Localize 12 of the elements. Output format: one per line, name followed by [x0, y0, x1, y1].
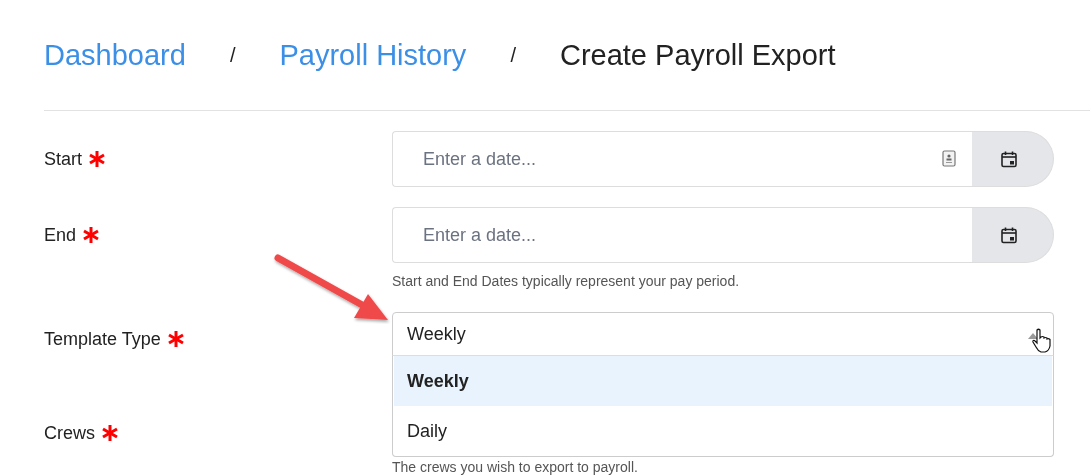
help-text: The crews you wish to export to payroll.: [392, 459, 639, 475]
dropdown-option[interactable]: Daily: [394, 406, 1052, 456]
dropdown-option[interactable]: Weekly: [394, 356, 1052, 406]
field-label: Crews: [44, 422, 95, 444]
help-text: Start and End Dates typically represent your pay period.: [392, 273, 741, 289]
field-label: End: [44, 224, 77, 246]
page-title: Create Payroll Export: [559, 38, 836, 72]
breadcrumb-separator: /: [229, 43, 236, 67]
breadcrumb-separator: /: [510, 43, 516, 67]
field-label: Template Type: [44, 328, 161, 350]
hand-cursor-icon: [1031, 328, 1051, 353]
field-label: Start: [44, 148, 82, 170]
